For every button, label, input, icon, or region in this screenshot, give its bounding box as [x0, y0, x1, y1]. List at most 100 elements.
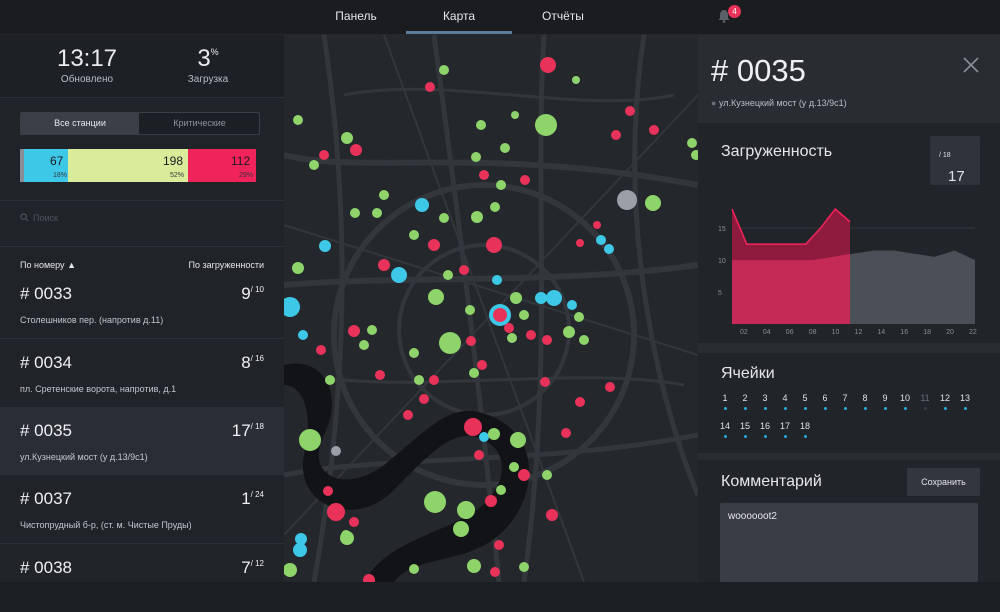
station-marker[interactable] — [485, 495, 497, 507]
station-marker[interactable] — [511, 111, 519, 119]
cell-item[interactable]: 1 — [715, 393, 735, 410]
station-marker[interactable] — [546, 290, 562, 306]
cell-item[interactable]: 4 — [775, 393, 795, 410]
station-marker[interactable] — [284, 563, 297, 577]
station-marker[interactable] — [439, 213, 449, 223]
station-marker[interactable] — [477, 360, 487, 370]
station-marker[interactable] — [518, 469, 530, 481]
station-marker[interactable] — [519, 562, 529, 572]
cell-item[interactable]: 16 — [755, 421, 775, 438]
station-marker[interactable] — [465, 305, 475, 315]
station-marker[interactable] — [327, 503, 345, 521]
cell-item[interactable]: 5 — [795, 393, 815, 410]
tab-panel[interactable]: Панель — [311, 0, 401, 34]
station-marker[interactable] — [466, 336, 476, 346]
station-marker[interactable] — [323, 486, 333, 496]
station-marker[interactable] — [424, 491, 446, 513]
map-canvas[interactable] — [284, 35, 698, 582]
cell-item[interactable]: 17 — [775, 421, 795, 438]
cell-item[interactable]: 12 — [935, 393, 955, 410]
station-marker[interactable] — [649, 125, 659, 135]
station-marker[interactable] — [298, 330, 308, 340]
station-list-item[interactable]: # 0033 9/ 10 Столешников пер. (напротив … — [0, 270, 284, 338]
station-marker[interactable] — [645, 195, 661, 211]
station-marker[interactable] — [378, 259, 390, 271]
station-marker[interactable] — [375, 370, 385, 380]
station-marker[interactable] — [540, 377, 550, 387]
station-marker[interactable] — [425, 82, 435, 92]
station-marker[interactable] — [520, 175, 530, 185]
station-marker[interactable] — [299, 429, 321, 451]
station-marker[interactable] — [625, 106, 635, 116]
station-marker[interactable] — [542, 335, 552, 345]
station-marker[interactable] — [687, 138, 697, 148]
station-marker[interactable] — [492, 275, 502, 285]
station-marker[interactable] — [509, 462, 519, 472]
station-marker[interactable] — [507, 333, 517, 343]
station-marker[interactable] — [439, 65, 449, 75]
station-list-item[interactable]: # 0038 7/ 12 — [0, 544, 284, 612]
station-marker[interactable] — [464, 418, 482, 436]
station-marker[interactable] — [479, 432, 489, 442]
station-marker[interactable] — [319, 150, 329, 160]
station-marker[interactable] — [471, 211, 483, 223]
station-marker[interactable] — [372, 208, 382, 218]
station-marker[interactable] — [316, 345, 326, 355]
station-marker[interactable] — [348, 325, 360, 337]
station-list-item-selected[interactable]: # 0035 17/ 18 ул.Кузнецкий мост (у д.13/… — [0, 407, 284, 475]
tab-map[interactable]: Карта — [406, 0, 512, 34]
cell-item[interactable]: 11 — [915, 393, 935, 410]
station-marker[interactable] — [350, 144, 362, 156]
station-list-item[interactable]: # 0034 8/ 16 пл. Сретенские ворота, напр… — [0, 339, 284, 407]
cell-item[interactable]: 15 — [735, 421, 755, 438]
cell-item[interactable]: 2 — [735, 393, 755, 410]
cell-item[interactable]: 10 — [895, 393, 915, 410]
station-marker[interactable] — [474, 450, 484, 460]
station-marker[interactable] — [488, 428, 500, 440]
comment-textarea[interactable]: woooooot2 — [720, 503, 978, 582]
station-marker[interactable] — [469, 368, 479, 378]
station-marker[interactable] — [331, 446, 341, 456]
station-marker[interactable] — [535, 114, 557, 136]
filter-all-button[interactable]: Все станции — [21, 113, 139, 134]
cell-item[interactable]: 6 — [815, 393, 835, 410]
station-marker[interactable] — [349, 517, 359, 527]
station-marker[interactable] — [428, 239, 440, 251]
station-marker[interactable] — [341, 132, 353, 144]
station-marker[interactable] — [471, 152, 481, 162]
station-marker[interactable] — [467, 559, 481, 573]
tab-reports[interactable]: Отчёты — [520, 0, 606, 34]
station-marker[interactable] — [540, 57, 556, 73]
station-marker[interactable] — [526, 330, 536, 340]
cell-item[interactable]: 13 — [955, 393, 975, 410]
station-marker[interactable] — [414, 375, 424, 385]
station-marker[interactable] — [579, 335, 589, 345]
station-marker[interactable] — [309, 160, 319, 170]
station-marker[interactable] — [546, 509, 558, 521]
station-marker[interactable] — [293, 543, 307, 557]
station-marker[interactable] — [542, 470, 552, 480]
station-marker[interactable] — [479, 170, 489, 180]
station-marker[interactable] — [391, 267, 407, 283]
station-marker[interactable] — [428, 289, 444, 305]
station-marker[interactable] — [325, 375, 335, 385]
station-marker[interactable] — [504, 323, 514, 333]
station-marker[interactable] — [415, 198, 429, 212]
search-input[interactable]: Поиск — [20, 213, 58, 223]
station-marker[interactable] — [572, 76, 580, 84]
sort-by-load[interactable]: По загруженности — [188, 260, 264, 270]
station-marker[interactable] — [691, 150, 698, 160]
station-marker[interactable] — [403, 410, 413, 420]
station-marker[interactable] — [486, 237, 502, 253]
station-marker[interactable] — [561, 428, 571, 438]
station-list-item[interactable]: # 0037 1/ 24 Чистопрудный б-р, (ст. м. Ч… — [0, 475, 284, 543]
station-marker[interactable] — [575, 397, 585, 407]
station-marker[interactable] — [593, 221, 601, 229]
station-marker[interactable] — [496, 180, 506, 190]
station-marker[interactable] — [476, 120, 486, 130]
cell-item[interactable]: 18 — [795, 421, 815, 438]
station-marker[interactable] — [567, 300, 577, 310]
station-marker[interactable] — [292, 262, 304, 274]
station-marker[interactable] — [350, 208, 360, 218]
station-marker[interactable] — [563, 326, 575, 338]
